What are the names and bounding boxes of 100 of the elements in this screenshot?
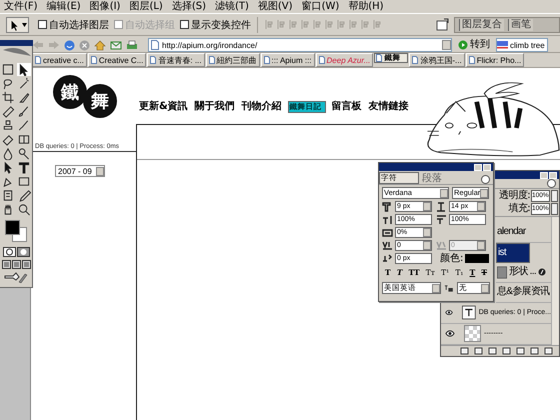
search-engine-icon xyxy=(497,41,508,49)
checkbox-label[interactable]: 自动选择图层 xyxy=(49,18,109,32)
vertical-scale-icon xyxy=(382,214,393,224)
color-swatch[interactable] xyxy=(465,254,490,263)
history-brush-icon[interactable] xyxy=(17,119,31,132)
layer-name: ist xyxy=(498,246,506,259)
leading-icon xyxy=(436,202,447,212)
page-icon xyxy=(90,56,97,64)
layer-row[interactable]: ist xyxy=(496,242,530,263)
menu-item[interactable]: 帮助(H) xyxy=(348,0,384,12)
layer-style-icon[interactable] xyxy=(538,268,546,276)
slice-icon[interactable] xyxy=(17,91,31,104)
page-icon xyxy=(376,54,382,62)
eraser-icon[interactable] xyxy=(1,133,15,146)
page-icon xyxy=(264,56,270,64)
page-icon xyxy=(318,56,325,64)
foreground-color-swatch[interactable] xyxy=(5,220,20,235)
print-icon[interactable] xyxy=(126,40,138,50)
marquee-icon[interactable] xyxy=(1,63,15,76)
page-icon xyxy=(468,56,475,64)
eyedropper-icon[interactable] xyxy=(17,189,31,202)
checkbox[interactable] xyxy=(38,20,47,29)
color-label: 颜色: xyxy=(440,253,464,264)
panel-menu-icon[interactable] xyxy=(481,175,490,184)
stop-icon[interactable] xyxy=(79,40,90,50)
menu-item[interactable]: 图层(L) xyxy=(129,0,163,12)
menu-item[interactable]: 编辑(E) xyxy=(46,0,81,12)
brush-icon[interactable] xyxy=(17,105,31,118)
type-icon[interactable] xyxy=(17,161,31,174)
address-text: http://apium.org/irondance/ xyxy=(162,40,258,50)
logo-character: 舞 xyxy=(83,84,117,118)
drop-icon[interactable] xyxy=(1,147,15,160)
menu-item[interactable]: 窗口(W) xyxy=(302,0,340,12)
tracking-icon xyxy=(436,240,447,250)
stamp-icon[interactable] xyxy=(1,119,15,132)
month-select[interactable]: 2007 - 09 xyxy=(55,165,105,177)
standard-mode-icon[interactable] xyxy=(2,247,16,257)
browser-tab[interactable]: ::: Apium ::: xyxy=(260,53,315,67)
menu-item[interactable]: 滤镜(T) xyxy=(214,0,249,12)
shape-thumbnail xyxy=(497,264,507,280)
horizontal-scale-icon xyxy=(436,214,447,224)
panel-menu-icon[interactable] xyxy=(547,179,556,188)
magic-wand-icon[interactable] xyxy=(17,77,31,90)
refresh-icon[interactable] xyxy=(64,40,75,50)
rectangle-icon[interactable] xyxy=(17,175,31,188)
zoom-icon[interactable] xyxy=(17,203,31,216)
nav-link[interactable]: 關于我們 xyxy=(194,101,236,113)
jump-to-icon[interactable] xyxy=(4,272,28,283)
baseline-shift-icon xyxy=(382,254,393,264)
nav-link[interactable]: 友情鏈接 xyxy=(368,101,410,113)
font-size-icon xyxy=(382,202,393,212)
panel-tab[interactable]: 段落 xyxy=(419,173,445,184)
go-icon xyxy=(458,40,468,50)
kerning-icon xyxy=(382,240,393,250)
text-layer-icon xyxy=(462,304,476,322)
eye-icon[interactable] xyxy=(445,309,454,316)
page-icon xyxy=(412,56,418,64)
browser-tab[interactable]: Flickr: Pho... xyxy=(466,53,524,67)
tsume-icon xyxy=(382,228,393,238)
menu-item[interactable]: 文件(F) xyxy=(4,0,38,12)
layer-name: 息&参展资讯 xyxy=(497,286,550,298)
crop-icon[interactable] xyxy=(1,91,15,104)
caret-icon xyxy=(22,22,27,26)
menu-item[interactable]: 视图(V) xyxy=(258,0,293,12)
checkbox-label[interactable]: 显示变换控件 xyxy=(191,18,251,32)
browser-tab[interactable]: Creative C... xyxy=(88,53,146,67)
logo-character: 鐵 xyxy=(53,75,87,109)
browser-tab[interactable]: 紐約三部曲 xyxy=(206,53,260,67)
quick-mask-icon[interactable] xyxy=(16,247,30,257)
note-icon[interactable] xyxy=(1,189,15,202)
browser-tab[interactable]: 涂鸦王国-... xyxy=(409,53,465,67)
address-field[interactable]: http://apium.org/irondance/ xyxy=(148,38,452,52)
checkbox[interactable] xyxy=(180,20,189,29)
home-icon[interactable] xyxy=(94,40,106,50)
anti-alias-icon xyxy=(444,284,454,292)
menu-item[interactable]: 选择(S) xyxy=(172,0,206,12)
palette-tab[interactable]: 画笔 xyxy=(508,18,533,30)
eye-icon[interactable] xyxy=(445,330,455,338)
mail-icon[interactable] xyxy=(110,40,122,50)
layer-name: alendar xyxy=(497,226,526,238)
layer-row[interactable]: 形状 ... xyxy=(496,262,551,283)
palette-well-icon[interactable] xyxy=(436,18,450,32)
palette-tab[interactable]: 图层复合 xyxy=(459,18,504,30)
browser-tab[interactable]: creative c... xyxy=(32,53,87,67)
go-button[interactable]: 转到 xyxy=(456,38,492,52)
nav-link[interactable]: 更新&資訊 xyxy=(138,101,189,113)
back-icon[interactable] xyxy=(32,40,44,50)
browser-tab[interactable]: 音速青春: ... xyxy=(147,53,204,67)
search-field[interactable]: climb tree xyxy=(496,38,548,52)
page-icon xyxy=(35,56,41,64)
menu-item[interactable]: 图像(I) xyxy=(90,0,120,12)
bandage-icon[interactable] xyxy=(1,105,15,118)
nav-link[interactable]: 留言板 xyxy=(330,101,363,113)
fill-label: 填充: xyxy=(508,203,530,216)
nav-link[interactable]: 刊物介紹 xyxy=(240,101,283,113)
tool-preset-button[interactable] xyxy=(6,16,29,32)
lasso-icon[interactable] xyxy=(1,77,15,90)
opacity-label: 透明度: xyxy=(499,190,530,202)
layer-name: 形状 ... xyxy=(509,266,536,278)
move-icon[interactable] xyxy=(17,63,31,76)
